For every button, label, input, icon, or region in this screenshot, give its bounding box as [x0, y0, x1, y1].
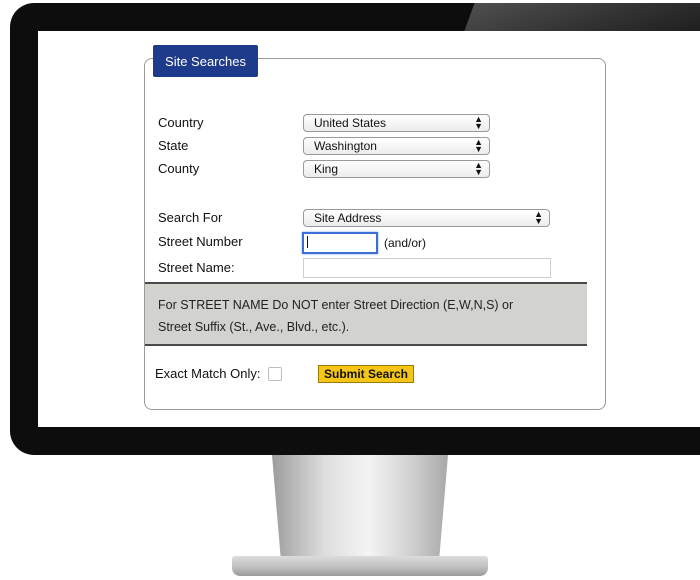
- up-down-arrows-icon: ▲ ▼: [474, 114, 483, 131]
- county-select-value: King: [314, 162, 339, 176]
- search-for-select[interactable]: Site Address ▲ ▼: [303, 209, 550, 227]
- monitor-stand-base: [232, 556, 488, 576]
- street-name-input[interactable]: [303, 258, 551, 278]
- country-select-value: United States: [314, 116, 387, 130]
- text-cursor: [307, 236, 308, 248]
- county-select[interactable]: King ▲ ▼: [303, 160, 490, 178]
- search-for-select-value: Site Address: [314, 211, 382, 225]
- up-down-arrows-icon: ▲ ▼: [474, 137, 483, 154]
- state-select[interactable]: Washington ▲ ▼: [303, 137, 490, 155]
- exact-match-checkbox[interactable]: [268, 367, 282, 381]
- state-select-value: Washington: [314, 139, 377, 153]
- up-down-arrows-icon: ▲ ▼: [534, 209, 543, 226]
- submit-search-button[interactable]: Submit Search: [318, 365, 414, 383]
- street-name-note: For STREET NAME Do NOT enter Street Dire…: [145, 282, 587, 346]
- and-or-hint: (and/or): [384, 236, 427, 250]
- country-select[interactable]: United States ▲ ▼: [303, 114, 490, 132]
- state-label: State: [158, 138, 189, 153]
- county-label: County: [158, 161, 200, 176]
- street-number-label: Street Number: [158, 234, 243, 249]
- up-down-arrows-icon: ▲ ▼: [474, 160, 483, 177]
- country-label: Country: [158, 115, 204, 130]
- note-line-2: Street Suffix (St., Ave., Blvd., etc.).: [158, 320, 350, 334]
- street-number-input[interactable]: [302, 232, 378, 254]
- note-line-1: For STREET NAME Do NOT enter Street Dire…: [158, 298, 514, 312]
- monitor-stand-neck: [272, 455, 448, 559]
- panel-title-tab: Site Searches: [153, 45, 258, 77]
- exact-match-label: Exact Match Only:: [155, 366, 261, 381]
- search-for-label: Search For: [158, 210, 223, 225]
- street-name-label: Street Name:: [158, 260, 235, 275]
